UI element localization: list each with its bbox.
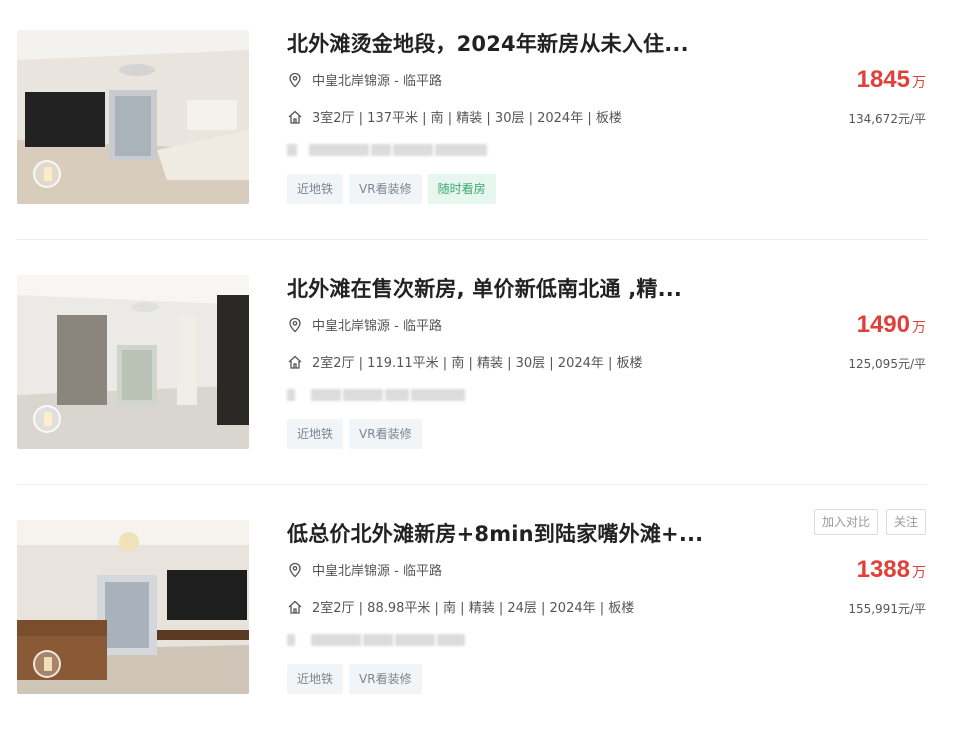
price-value: 1490 [856, 311, 910, 338]
price-unit: 万 [912, 320, 926, 336]
tag: 近地铁 [287, 174, 344, 204]
vr-badge-icon [33, 160, 61, 188]
divider [17, 484, 927, 485]
tag: 随时看房 [427, 174, 496, 204]
tag: VR看装修 [349, 174, 422, 204]
info-row: 2室2厅 | 119.11平米 | 南 | 精装 | 30层 | 2024年 |… [287, 352, 643, 371]
house-icon [288, 355, 302, 369]
vr-badge-icon [33, 650, 61, 678]
divider [17, 239, 927, 240]
price-value: 1388 [856, 556, 910, 583]
listing-title[interactable]: 低总价北外滩新房+8min到陆家嘴外滩+... [287, 518, 703, 548]
unit-price: 155,991元/平 [848, 602, 926, 616]
blurred-text [287, 389, 465, 401]
address-row: 中皇北岸锦源 - 临平路 [287, 560, 442, 579]
house-icon [288, 110, 302, 124]
address-text[interactable]: 中皇北岸锦源 - 临平路 [312, 315, 442, 334]
listing-actions: 加入对比 关注 [813, 509, 926, 535]
listing-photo[interactable] [17, 30, 249, 204]
tag-list: 近地铁 VR看装修 随时看房 [287, 174, 496, 204]
location-pin-icon [289, 72, 301, 87]
address-text[interactable]: 中皇北岸锦源 - 临平路 [312, 560, 442, 579]
price-unit: 万 [912, 75, 926, 91]
info-row: 2室2厅 | 88.98平米 | 南 | 精装 | 24层 | 2024年 | … [287, 597, 634, 616]
vr-badge-icon [33, 405, 61, 433]
listing-card[interactable]: 北外滩在售次新房, 单价新低南北通 ,精... 中皇北岸锦源 - 临平路 2室2… [0, 245, 953, 490]
total-price: 1490 万 [857, 311, 926, 339]
listing-photo[interactable] [17, 520, 249, 694]
info-row: 3室2厅 | 137平米 | 南 | 精装 | 30层 | 2024年 | 板楼 [287, 107, 622, 126]
listing-card[interactable]: 北外滩烫金地段，2024年新房从未入住... 中皇北岸锦源 - 临平路 3室2厅… [0, 0, 953, 245]
location-pin-icon [289, 562, 301, 577]
tag: VR看装修 [349, 419, 422, 449]
listing-card[interactable]: 加入对比 关注 低总价北外滩新房+8min到陆家嘴外滩+... 中皇北岸锦源 -… [0, 490, 953, 735]
location-pin-icon [289, 317, 301, 332]
total-price: 1388 万 [857, 556, 926, 584]
total-price: 1845 万 [857, 66, 926, 94]
follow-button[interactable]: 关注 [885, 509, 926, 535]
unit-price: 125,095元/平 [848, 357, 926, 371]
price-unit: 万 [912, 565, 926, 581]
blurred-text [287, 634, 465, 646]
house-icon [288, 600, 302, 614]
address-text[interactable]: 中皇北岸锦源 - 临平路 [312, 70, 442, 89]
listing-title[interactable]: 北外滩在售次新房, 单价新低南北通 ,精... [287, 273, 682, 303]
unit-price: 134,672元/平 [848, 112, 926, 126]
tag: 近地铁 [287, 664, 344, 694]
tag: VR看装修 [349, 664, 422, 694]
price-value: 1845 [856, 66, 910, 93]
house-info-text: 2室2厅 | 119.11平米 | 南 | 精装 | 30层 | 2024年 |… [312, 356, 643, 371]
tag-list: 近地铁 VR看装修 [287, 664, 422, 694]
house-info-text: 3室2厅 | 137平米 | 南 | 精装 | 30层 | 2024年 | 板楼 [312, 111, 622, 126]
blurred-text [287, 144, 487, 156]
listing-photo[interactable] [17, 275, 249, 449]
address-row: 中皇北岸锦源 - 临平路 [287, 315, 442, 334]
listing-title[interactable]: 北外滩烫金地段，2024年新房从未入住... [287, 28, 689, 58]
address-row: 中皇北岸锦源 - 临平路 [287, 70, 442, 89]
house-info-text: 2室2厅 | 88.98平米 | 南 | 精装 | 24层 | 2024年 | … [312, 601, 635, 616]
compare-button[interactable]: 加入对比 [813, 509, 878, 535]
tag: 近地铁 [287, 419, 344, 449]
tag-list: 近地铁 VR看装修 [287, 419, 422, 449]
